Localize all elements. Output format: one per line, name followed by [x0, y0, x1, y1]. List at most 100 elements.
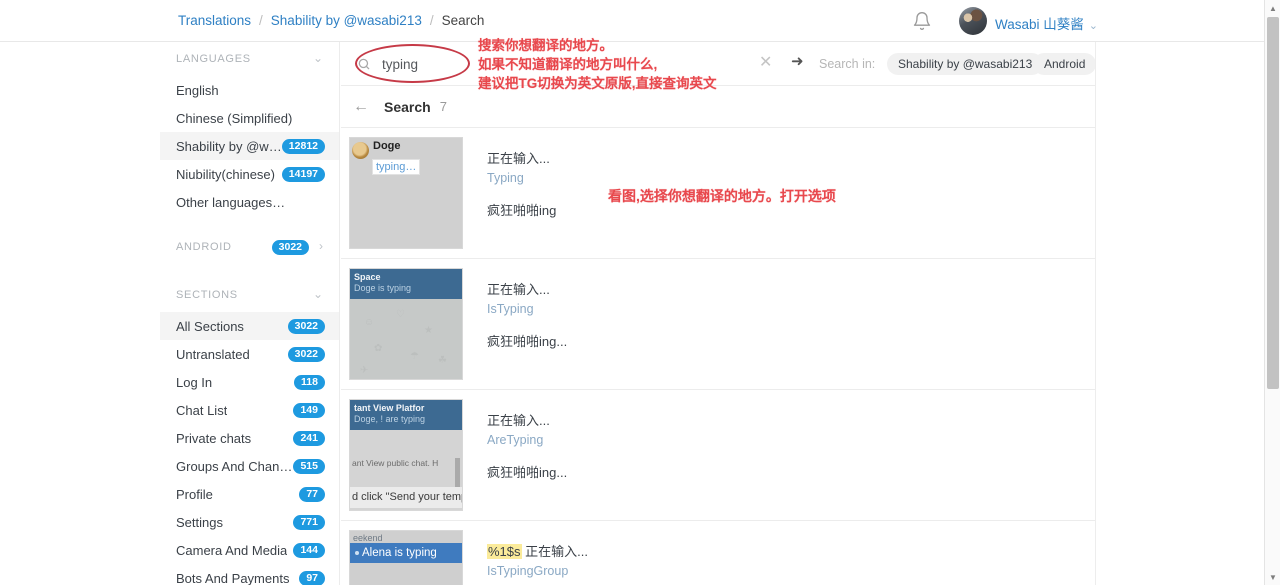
thumbnail-body-line: ant View public chat. H [352, 458, 439, 468]
sidebar-item-badge: 3022 [287, 318, 325, 334]
thumbnail-contact-name: Space [354, 272, 381, 282]
result-thumbnail: ant View public chat. H d click "Send yo… [349, 399, 463, 511]
chevron-down-icon: ⌄ [312, 51, 323, 65]
thumbnail-chat-header: Space Doge is typing [350, 269, 462, 299]
search-bar: ✕ ➜ Search in: Shability by @wasabi213 A… [341, 42, 1095, 86]
thumbnail-chat-header: tant View Platfor Doge, ! are typing [350, 400, 462, 430]
user-menu[interactable]: Wasabi 山葵酱 ⌄ [995, 13, 1098, 33]
sidebar-item-niubility[interactable]: Niubility(chinese) 14197 [160, 160, 339, 188]
sidebar-item-label: Bots And Payments [176, 570, 290, 585]
table-row[interactable]: eekend Alena is typing %1$s 正在输入... IsTy… [341, 521, 1095, 585]
sidebar-item-groups-and-channels[interactable]: Groups And Channels 515 [160, 452, 339, 480]
scroll-down-icon[interactable]: ▼ [1265, 569, 1280, 585]
sidebar-item-label: All Sections [176, 318, 244, 334]
sidebar-item-profile[interactable]: Profile 77 [160, 480, 339, 508]
sidebar-group-sections[interactable]: SECTIONS ⌄ [160, 278, 339, 312]
page-title: Search [384, 98, 431, 115]
table-row[interactable]: ☺ ♡ ★ ✿ ☂ ☘ ✈ Space Doge is typing 正在输入.… [341, 259, 1095, 390]
sidebar-item-badge: 3022 [287, 346, 325, 362]
translation-string: 疯狂啪啪ing... [487, 334, 568, 350]
sidebar-item-label: Camera And Media [176, 542, 288, 558]
sidebar-item-badge: 241 [293, 430, 325, 446]
breadcrumb-translations[interactable]: Translations [178, 13, 251, 28]
search-scope-chip-platform[interactable]: Android [1033, 53, 1095, 75]
thumbnail-contact-name: Doge [373, 140, 401, 152]
sidebar-item-label: Groups And Channels [176, 458, 294, 474]
result-text: 正在输入... Typing 疯狂啪啪ing [463, 137, 556, 249]
sidebar-item-badge: 12812 [281, 138, 325, 154]
sidebar-item-badge: 97 [299, 570, 325, 585]
string-key: AreTyping [487, 432, 544, 447]
sidebar-item-shability[interactable]: Shability by @was… 12812 [160, 132, 339, 160]
sidebar-item-label: Settings [176, 514, 223, 530]
sidebar-item-label: Other languages… [176, 194, 286, 210]
content-pane: ✕ ➜ Search in: Shability by @wasabi213 A… [341, 42, 1096, 585]
sidebar-group-android[interactable]: ANDROID 3022 › [160, 230, 339, 264]
translation-string: 疯狂啪啪ing [487, 203, 557, 219]
search-input[interactable] [380, 54, 710, 74]
breadcrumb-separator-1: / [259, 13, 263, 28]
sidebar-group-android-label: ANDROID [176, 241, 232, 253]
scroll-up-icon[interactable]: ▲ [1265, 0, 1280, 16]
sidebar-group-languages[interactable]: LANGUAGES ⌄ [160, 42, 339, 76]
sidebar-item-label: Untranslated [176, 346, 250, 362]
sidebar-item-other-languages[interactable]: Other languages… [160, 188, 339, 216]
search-results-list: Doge typing… 正在输入... Typing 疯狂啪啪ing ☺ ♡ … [341, 128, 1095, 585]
thumbnail-status-text: Doge is typing [354, 283, 412, 294]
sidebar-group-languages-label: LANGUAGES [176, 53, 251, 65]
string-key: IsTyping [487, 301, 534, 316]
avatar[interactable] [959, 7, 987, 35]
source-string: 正在输入... [487, 151, 550, 166]
page-scrollbar[interactable]: ▲ ▼ [1264, 0, 1280, 585]
thumbnail-status-text: Doge, ! are typing [354, 414, 426, 425]
sidebar-item-bots-and-payments[interactable]: Bots And Payments 97 [160, 564, 339, 585]
sidebar: LANGUAGES ⌄ English Chinese (Simplified)… [160, 42, 340, 585]
placeholder-token: %1$s [487, 544, 522, 559]
breadcrumb-separator-2: / [429, 13, 434, 28]
sidebar-item-chat-list[interactable]: Chat List 149 [160, 396, 339, 424]
table-row[interactable]: ant View public chat. H d click "Send yo… [341, 390, 1095, 521]
result-thumbnail: Doge typing… [349, 137, 463, 249]
submit-search-icon[interactable]: ➜ [791, 54, 804, 69]
sidebar-item-badge: 118 [294, 374, 325, 390]
sidebar-item-badge: 77 [299, 486, 325, 502]
result-text: 正在输入... IsTyping 疯狂啪啪ing... [463, 268, 567, 380]
sidebar-item-badge: 14197 [281, 166, 325, 182]
sidebar-item-label: English [176, 82, 219, 98]
scrollbar-thumb[interactable] [1267, 17, 1279, 389]
typing-dot-icon [355, 550, 359, 555]
chevron-down-icon: ⌄ [312, 287, 323, 301]
back-arrow-icon[interactable]: ← [353, 98, 369, 115]
sidebar-group-sections-label: SECTIONS [176, 289, 238, 301]
table-row[interactable]: Doge typing… 正在输入... Typing 疯狂啪啪ing [341, 128, 1095, 259]
thumbnail-status-text: Alena is typing [362, 547, 437, 559]
sidebar-group-android-badge: 3022 [271, 239, 309, 255]
sidebar-item-private-chats[interactable]: Private chats 241 [160, 424, 339, 452]
username-label: Wasabi 山葵酱 [995, 17, 1084, 32]
sidebar-item-log-in[interactable]: Log In 118 [160, 368, 339, 396]
sidebar-item-badge: 771 [293, 514, 325, 530]
breadcrumb: Translations / Shability by @wasabi213 / Sea… [178, 13, 484, 28]
sidebar-item-badge: 515 [293, 458, 325, 474]
result-text: 正在输入... AreTyping 疯狂啪啪ing... [463, 399, 567, 511]
section-header: ← Search 7 [341, 86, 1095, 128]
sidebar-item-settings[interactable]: Settings 771 [160, 508, 339, 536]
search-in-label: Search in: [819, 57, 876, 71]
sidebar-item-english[interactable]: English [160, 76, 339, 104]
breadcrumb-project[interactable]: Shability by @wasabi213 [271, 13, 422, 28]
chevron-down-icon: ⌄ [1088, 20, 1098, 32]
thumbnail-chat-body: ☺ ♡ ★ ✿ ☂ ☘ ✈ [350, 291, 462, 379]
clear-search-icon[interactable]: ✕ [759, 55, 772, 71]
sidebar-item-all-sections[interactable]: All Sections 3022 [160, 312, 339, 340]
bell-icon[interactable] [912, 11, 932, 31]
sidebar-item-label: Niubility(chinese) [176, 166, 275, 182]
sidebar-item-camera-and-media[interactable]: Camera And Media 144 [160, 536, 339, 564]
search-scope-chip-project[interactable]: Shability by @wasabi213 [887, 53, 1044, 75]
sidebar-item-label: Chinese (Simplified) [176, 110, 293, 126]
sidebar-item-badge: 149 [293, 402, 325, 418]
sidebar-item-label: Shability by @was… [176, 138, 282, 154]
sidebar-item-untranslated[interactable]: Untranslated 3022 [160, 340, 339, 368]
sidebar-item-chinese-simplified[interactable]: Chinese (Simplified) [160, 104, 339, 132]
thumbnail-bubble-text: d click "Send your templates [350, 487, 462, 508]
